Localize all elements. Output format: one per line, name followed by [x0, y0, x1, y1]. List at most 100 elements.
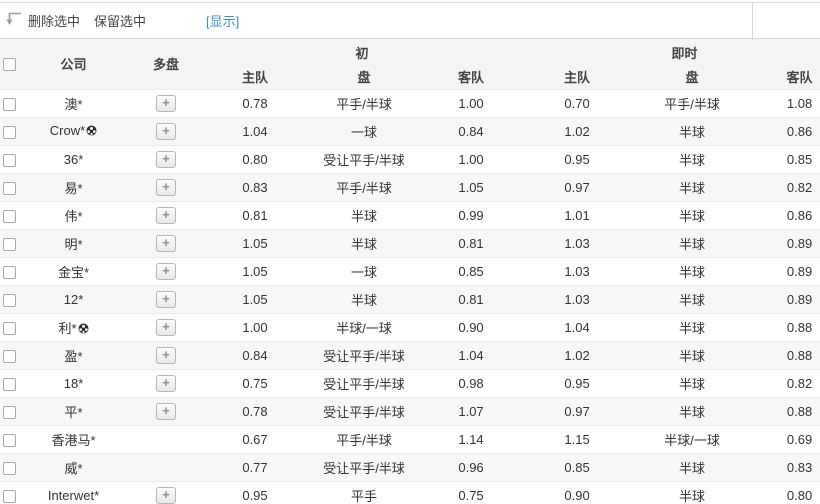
row-checkbox-cell [0, 145, 22, 173]
initial-home-odds: 0.75 [242, 375, 268, 391]
expand-plus-button[interactable]: + [156, 122, 176, 140]
header-company: 公司 [22, 39, 125, 89]
row-checkbox[interactable] [3, 293, 16, 307]
live-away-odds: 0.86 [786, 207, 813, 223]
multi-cell: + [125, 145, 207, 173]
table-row: Interwet* + 0.95 平手 0.75 0.90 半球 0.80 [0, 481, 820, 504]
company-cell: 澳* [22, 89, 125, 117]
row-checkbox[interactable] [3, 97, 16, 111]
header-live-home: 主队 [517, 65, 638, 89]
live-home-odds: 1.03 [564, 263, 590, 279]
company-cell: 18* [22, 369, 125, 397]
header-group-live: 即时 [517, 39, 820, 65]
expand-plus-button[interactable]: + [156, 262, 176, 280]
row-checkbox-cell [0, 453, 22, 481]
initial-handicap-line: 平手/半球 [336, 432, 392, 448]
row-checkbox[interactable] [3, 125, 16, 139]
expand-plus-button[interactable]: + [156, 486, 176, 504]
row-checkbox[interactable] [3, 433, 16, 447]
initial-handicap-line: 受让平手/半球 [323, 376, 405, 392]
live-home-odds: 0.95 [564, 151, 590, 167]
row-checkbox-cell [0, 285, 22, 313]
initial-home-odds: 0.67 [242, 431, 268, 447]
company-name: 36* [63, 151, 84, 167]
initial-home-odds: 0.83 [242, 179, 268, 195]
keep-selected-button[interactable]: 保留选中 [94, 11, 146, 30]
live-home-odds: 0.97 [564, 403, 590, 419]
initial-away-odds: 1.07 [458, 403, 484, 419]
table-row: 明* + 1.05 半球 0.81 1.03 半球 0.89 [0, 229, 820, 257]
row-checkbox[interactable] [3, 405, 16, 419]
company-name: Interwet* [47, 487, 100, 503]
soccer-ball-icon [78, 322, 89, 337]
company-cell: 易* [22, 173, 125, 201]
expand-plus-button[interactable]: + [156, 206, 176, 224]
expand-plus-button[interactable]: + [156, 402, 176, 420]
live-away-odds: 0.89 [786, 235, 813, 251]
live-away-odds: 0.89 [786, 263, 813, 279]
table-row: 威* 0.77 受让平手/半球 0.96 0.85 半球 0.83 [0, 453, 820, 481]
live-home-odds: 1.02 [564, 123, 590, 139]
expand-plus-button[interactable]: + [156, 318, 176, 336]
row-checkbox[interactable] [3, 209, 16, 223]
initial-handicap-line: 一球 [350, 264, 377, 280]
initial-home-odds: 0.78 [242, 95, 268, 111]
initial-handicap-line: 半球/一球 [336, 320, 392, 336]
row-checkbox[interactable] [3, 489, 16, 503]
initial-home-odds: 1.05 [242, 235, 268, 251]
live-handicap-line: 半球 [679, 264, 706, 280]
live-home-odds: 0.70 [564, 95, 590, 111]
multi-cell [125, 453, 207, 481]
row-checkbox-cell [0, 313, 22, 341]
row-checkbox[interactable] [3, 349, 16, 363]
initial-home-odds: 1.04 [242, 123, 268, 139]
row-checkbox-cell [0, 117, 22, 145]
table-row: Crow* + 1.04 一球 0.84 1.02 半球 0.86 [0, 117, 820, 145]
expand-plus-button[interactable]: + [156, 178, 176, 196]
live-handicap-line: 半球 [679, 236, 706, 252]
company-cell: 盈* [22, 341, 125, 369]
row-checkbox[interactable] [3, 181, 16, 195]
expand-plus-button[interactable]: + [156, 94, 176, 112]
row-checkbox[interactable] [3, 461, 16, 475]
multi-cell: + [125, 313, 207, 341]
expand-plus-button[interactable]: + [156, 290, 176, 308]
company-cell: 明* [22, 229, 125, 257]
select-all-checkbox[interactable] [3, 58, 16, 72]
row-checkbox[interactable] [3, 265, 16, 279]
live-away-odds: 0.88 [786, 403, 813, 419]
row-checkbox[interactable] [3, 237, 16, 251]
initial-handicap-line: 平手 [350, 488, 377, 504]
header-checkbox-cell [0, 39, 22, 89]
delete-selected-button[interactable]: 删除选中 [28, 11, 80, 30]
company-cell: 金宝* [22, 257, 125, 285]
multi-cell: + [125, 89, 207, 117]
table-row: 香港马* 0.67 平手/半球 1.14 1.15 半球/一球 0.69 [0, 425, 820, 453]
live-away-odds: 0.86 [786, 123, 813, 139]
expand-plus-button[interactable]: + [156, 150, 176, 168]
show-link[interactable]: [显示] [206, 11, 239, 30]
live-home-odds: 0.85 [564, 459, 590, 475]
live-handicap-line: 半球/一球 [664, 432, 720, 448]
initial-handicap-line: 平手/半球 [336, 180, 392, 196]
live-home-odds: 0.95 [564, 375, 590, 391]
expand-plus-button[interactable]: + [156, 234, 176, 252]
company-name: 威* [64, 460, 83, 476]
header-group-initial: 初 [207, 39, 518, 65]
live-handicap-line: 半球 [679, 376, 706, 392]
toolbar-divider [752, 2, 753, 40]
expand-plus-button[interactable]: + [156, 374, 176, 392]
multi-cell: + [125, 369, 207, 397]
row-checkbox[interactable] [3, 153, 16, 167]
row-checkbox[interactable] [3, 377, 16, 391]
row-checkbox-cell [0, 173, 22, 201]
initial-away-odds: 0.99 [458, 207, 484, 223]
expand-plus-button[interactable]: + [156, 346, 176, 364]
company-name: 12* [63, 291, 84, 307]
row-checkbox[interactable] [3, 321, 16, 335]
company-name: 18* [63, 375, 84, 391]
initial-away-odds: 1.04 [458, 347, 484, 363]
multi-cell: + [125, 397, 207, 425]
table-row: 盈* + 0.84 受让平手/半球 1.04 1.02 半球 0.88 [0, 341, 820, 369]
header-initial-handicap: 盘 [303, 65, 425, 89]
